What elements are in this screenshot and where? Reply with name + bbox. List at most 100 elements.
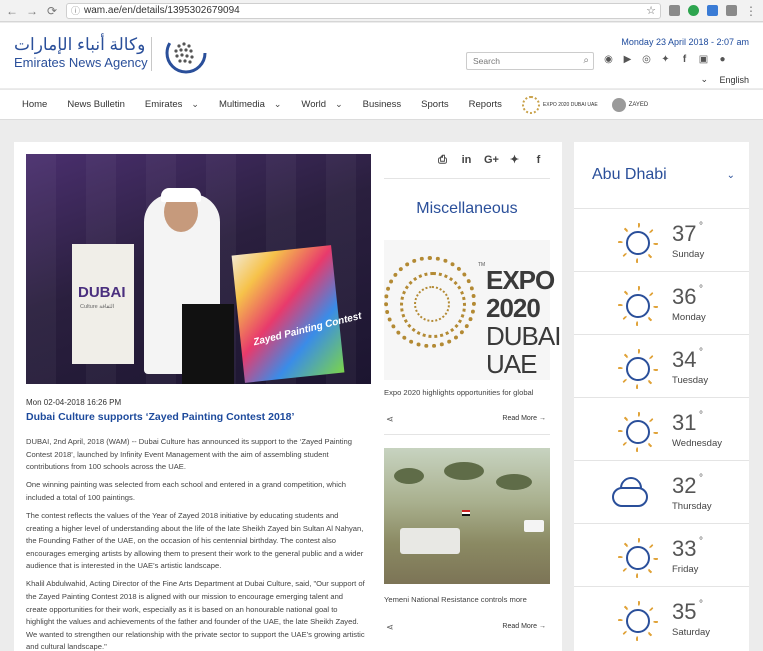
chevron-down-icon[interactable]: ⌄: [727, 170, 735, 181]
year-of-zayed-badge[interactable]: ZAYED: [611, 97, 648, 112]
cloud-sun-icon: [612, 487, 648, 507]
article-paragraph: DUBAI, 2nd April, 2018 (WAM) -- Dubai Cu…: [26, 437, 352, 472]
sun-icon: [626, 357, 650, 381]
print-icon[interactable]: ⎙: [436, 154, 449, 167]
share-icon[interactable]: ⋖: [386, 622, 394, 633]
search-icon[interactable]: ⌕: [583, 55, 589, 66]
nav-item-news-bulletin[interactable]: News Bulletin: [67, 99, 125, 110]
logo-arabic[interactable]: وكالة أنباء الإمارات: [14, 35, 145, 55]
article-paragraph: Khalil Abdulwahid, Acting Director of th…: [26, 579, 365, 651]
forecast-row: 37 ° Sunday: [574, 209, 749, 272]
chevron-down-icon[interactable]: ⌄: [191, 99, 199, 110]
nav-item-reports[interactable]: Reports: [469, 99, 502, 110]
banner-subtext: Culture الثقافة: [80, 304, 115, 310]
article-body: DUBAI, 2nd April, 2018 (WAM) -- Dubai Cu…: [26, 436, 366, 651]
extension-icon[interactable]: [669, 5, 680, 16]
trademark-mark: TM: [478, 262, 486, 268]
chevron-down-icon[interactable]: ⌄: [700, 74, 708, 85]
expo-logo-icon: [384, 256, 476, 348]
share-toolbar: ⎙ in G+ ✦ f: [436, 154, 545, 167]
chevron-down-icon[interactable]: ⌄: [274, 99, 282, 110]
article-title: Dubai Culture supports ‘Zayed Painting C…: [26, 411, 295, 423]
card-caption[interactable]: Expo 2020 highlights opportunities for g…: [384, 388, 533, 397]
degree-symbol: °: [699, 473, 703, 484]
painting-display: [231, 245, 345, 383]
reload-icon[interactable]: ⟳: [46, 4, 58, 18]
nav-item-emirates[interactable]: Emirates ⌄: [145, 99, 199, 110]
degree-symbol: °: [699, 599, 703, 610]
read-more-link[interactable]: Read More →: [502, 623, 546, 630]
googleplus-icon[interactable]: G+: [484, 154, 499, 167]
facebook-icon[interactable]: f: [679, 54, 690, 65]
forecast-row: 31 ° Wednesday: [574, 398, 749, 461]
address-bar[interactable]: ⓘ wam.ae/en/details/1395302679094 ☆: [66, 2, 661, 19]
expo-city: DUBAI: [486, 321, 561, 351]
expo-card-image[interactable]: EXPO 2020 DUBAI UAE TM: [384, 240, 561, 380]
zayed-portrait-icon: [611, 97, 626, 112]
search-input[interactable]: Search ⌕: [466, 52, 594, 70]
search-placeholder: Search: [473, 56, 500, 66]
menu-icon[interactable]: ⋮: [745, 4, 757, 18]
nav-label: World: [301, 99, 327, 110]
grammarly-icon[interactable]: [688, 5, 699, 16]
android-icon[interactable]: ▣: [698, 54, 709, 65]
main-nav: Home News Bulletin Emirates ⌄ Multimedia ⌄…: [0, 89, 763, 120]
extension-icon[interactable]: [726, 5, 737, 16]
banner-text: DUBAI: [78, 284, 126, 301]
browser-toolbar: ← → ⟳ ⓘ wam.ae/en/details/1395302679094 …: [0, 0, 763, 22]
temperature: 36: [672, 284, 697, 309]
nav-item-sports[interactable]: Sports: [421, 99, 448, 110]
expo-2020-badge[interactable]: EXPO 2020 DUBAI UAE: [521, 95, 598, 114]
sun-icon: [626, 546, 650, 570]
article-hero-image[interactable]: DUBAI Culture الثقافة Zayed Painting Con…: [26, 154, 371, 384]
nav-item-home[interactable]: Home: [22, 99, 47, 110]
logo-english[interactable]: Emirates News Agency: [14, 55, 148, 70]
nav-item-world[interactable]: World ⌄: [301, 99, 342, 110]
day-name: Tuesday: [672, 375, 709, 386]
language-label: English: [719, 75, 749, 85]
twitter-icon[interactable]: ✦: [660, 54, 671, 65]
nav-label: Business: [362, 99, 402, 110]
wam-globe-logo[interactable]: [165, 32, 207, 74]
back-icon[interactable]: ←: [6, 4, 18, 18]
facebook-icon[interactable]: f: [532, 154, 545, 167]
share-icon[interactable]: ⋖: [386, 414, 394, 425]
nav-item-business[interactable]: Business: [363, 99, 402, 110]
card-caption[interactable]: Yemeni National Resistance controls more: [384, 595, 527, 604]
info-icon[interactable]: ⓘ: [71, 4, 80, 17]
language-select[interactable]: ⌄ English: [700, 74, 749, 85]
nav-label: Sports: [421, 99, 449, 110]
temperature: 35: [672, 599, 697, 624]
forecast-row: 32 ° Thursday: [574, 461, 749, 524]
nav-label: Multimedia: [218, 99, 265, 110]
podium: [182, 304, 234, 384]
twitter-icon[interactable]: ✦: [508, 154, 521, 167]
linkedin-icon[interactable]: in: [460, 154, 473, 167]
yemen-card-image[interactable]: [384, 448, 550, 584]
chevron-down-icon[interactable]: ⌄: [335, 99, 343, 110]
rss-icon[interactable]: ◉: [603, 54, 614, 65]
temperature: 33: [672, 536, 697, 561]
bookmark-star-icon[interactable]: ☆: [646, 4, 656, 17]
shield-icon[interactable]: [707, 5, 718, 16]
instagram-icon[interactable]: ◎: [641, 54, 652, 65]
degree-symbol: °: [699, 536, 703, 547]
nav-label: Home: [22, 99, 48, 110]
city-selector[interactable]: Abu Dhabi ⌄: [574, 142, 749, 209]
apple-icon[interactable]: ●: [717, 54, 728, 65]
read-more-link[interactable]: Read More →: [502, 415, 546, 422]
expo-wordmark: EXPO 2020 DUBAI UAE: [486, 266, 561, 379]
expo-country: UAE: [486, 349, 537, 379]
nav-item-multimedia[interactable]: Multimedia ⌄: [219, 99, 281, 110]
forecast-row: 34 ° Tuesday: [574, 335, 749, 398]
weather-widget: Abu Dhabi ⌄ 37 ° Sunday 36 ° Monday 34 °…: [574, 142, 749, 651]
article-paragraph: The contest reflects the values of the Y…: [26, 510, 364, 571]
divider: [384, 434, 550, 435]
day-name: Thursday: [672, 501, 712, 512]
article-panel: DUBAI Culture الثقافة Zayed Painting Con…: [14, 142, 562, 651]
forward-icon[interactable]: →: [26, 4, 38, 18]
landscape-bush: [444, 462, 484, 480]
youtube-icon[interactable]: ▶: [622, 54, 633, 65]
degree-symbol: °: [699, 221, 703, 232]
sun-icon: [626, 294, 650, 318]
